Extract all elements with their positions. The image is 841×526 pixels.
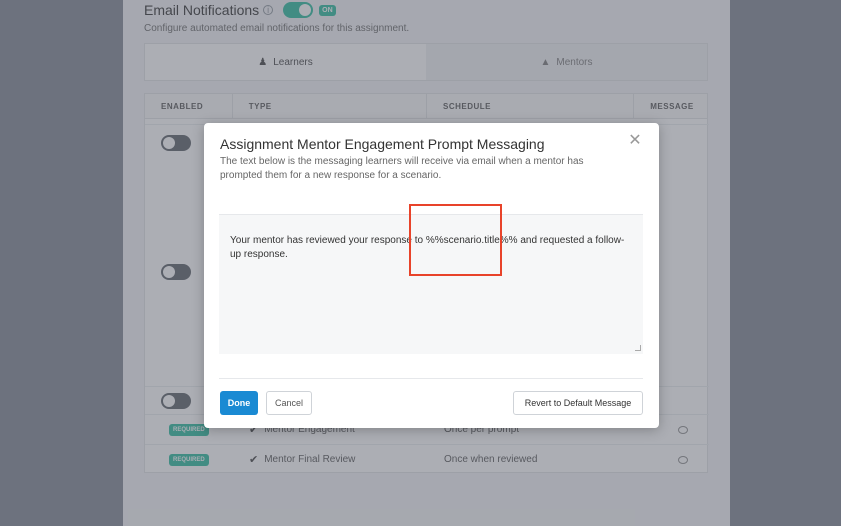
modal-description: The text below is the messaging learners…: [220, 156, 584, 181]
done-button[interactable]: Done: [220, 391, 258, 415]
messaging-modal: Assignment Mentor Engagement Prompt Mess…: [204, 123, 659, 428]
cancel-button[interactable]: Cancel: [266, 391, 312, 415]
revert-default-button[interactable]: Revert to Default Message: [513, 391, 643, 415]
modal-title: Assignment Mentor Engagement Prompt Mess…: [220, 136, 545, 152]
message-textarea[interactable]: Your mentor has reviewed your response t…: [219, 215, 643, 354]
divider: [219, 378, 643, 379]
close-icon[interactable]: ✕: [627, 133, 643, 149]
resize-handle-icon[interactable]: [635, 345, 641, 351]
